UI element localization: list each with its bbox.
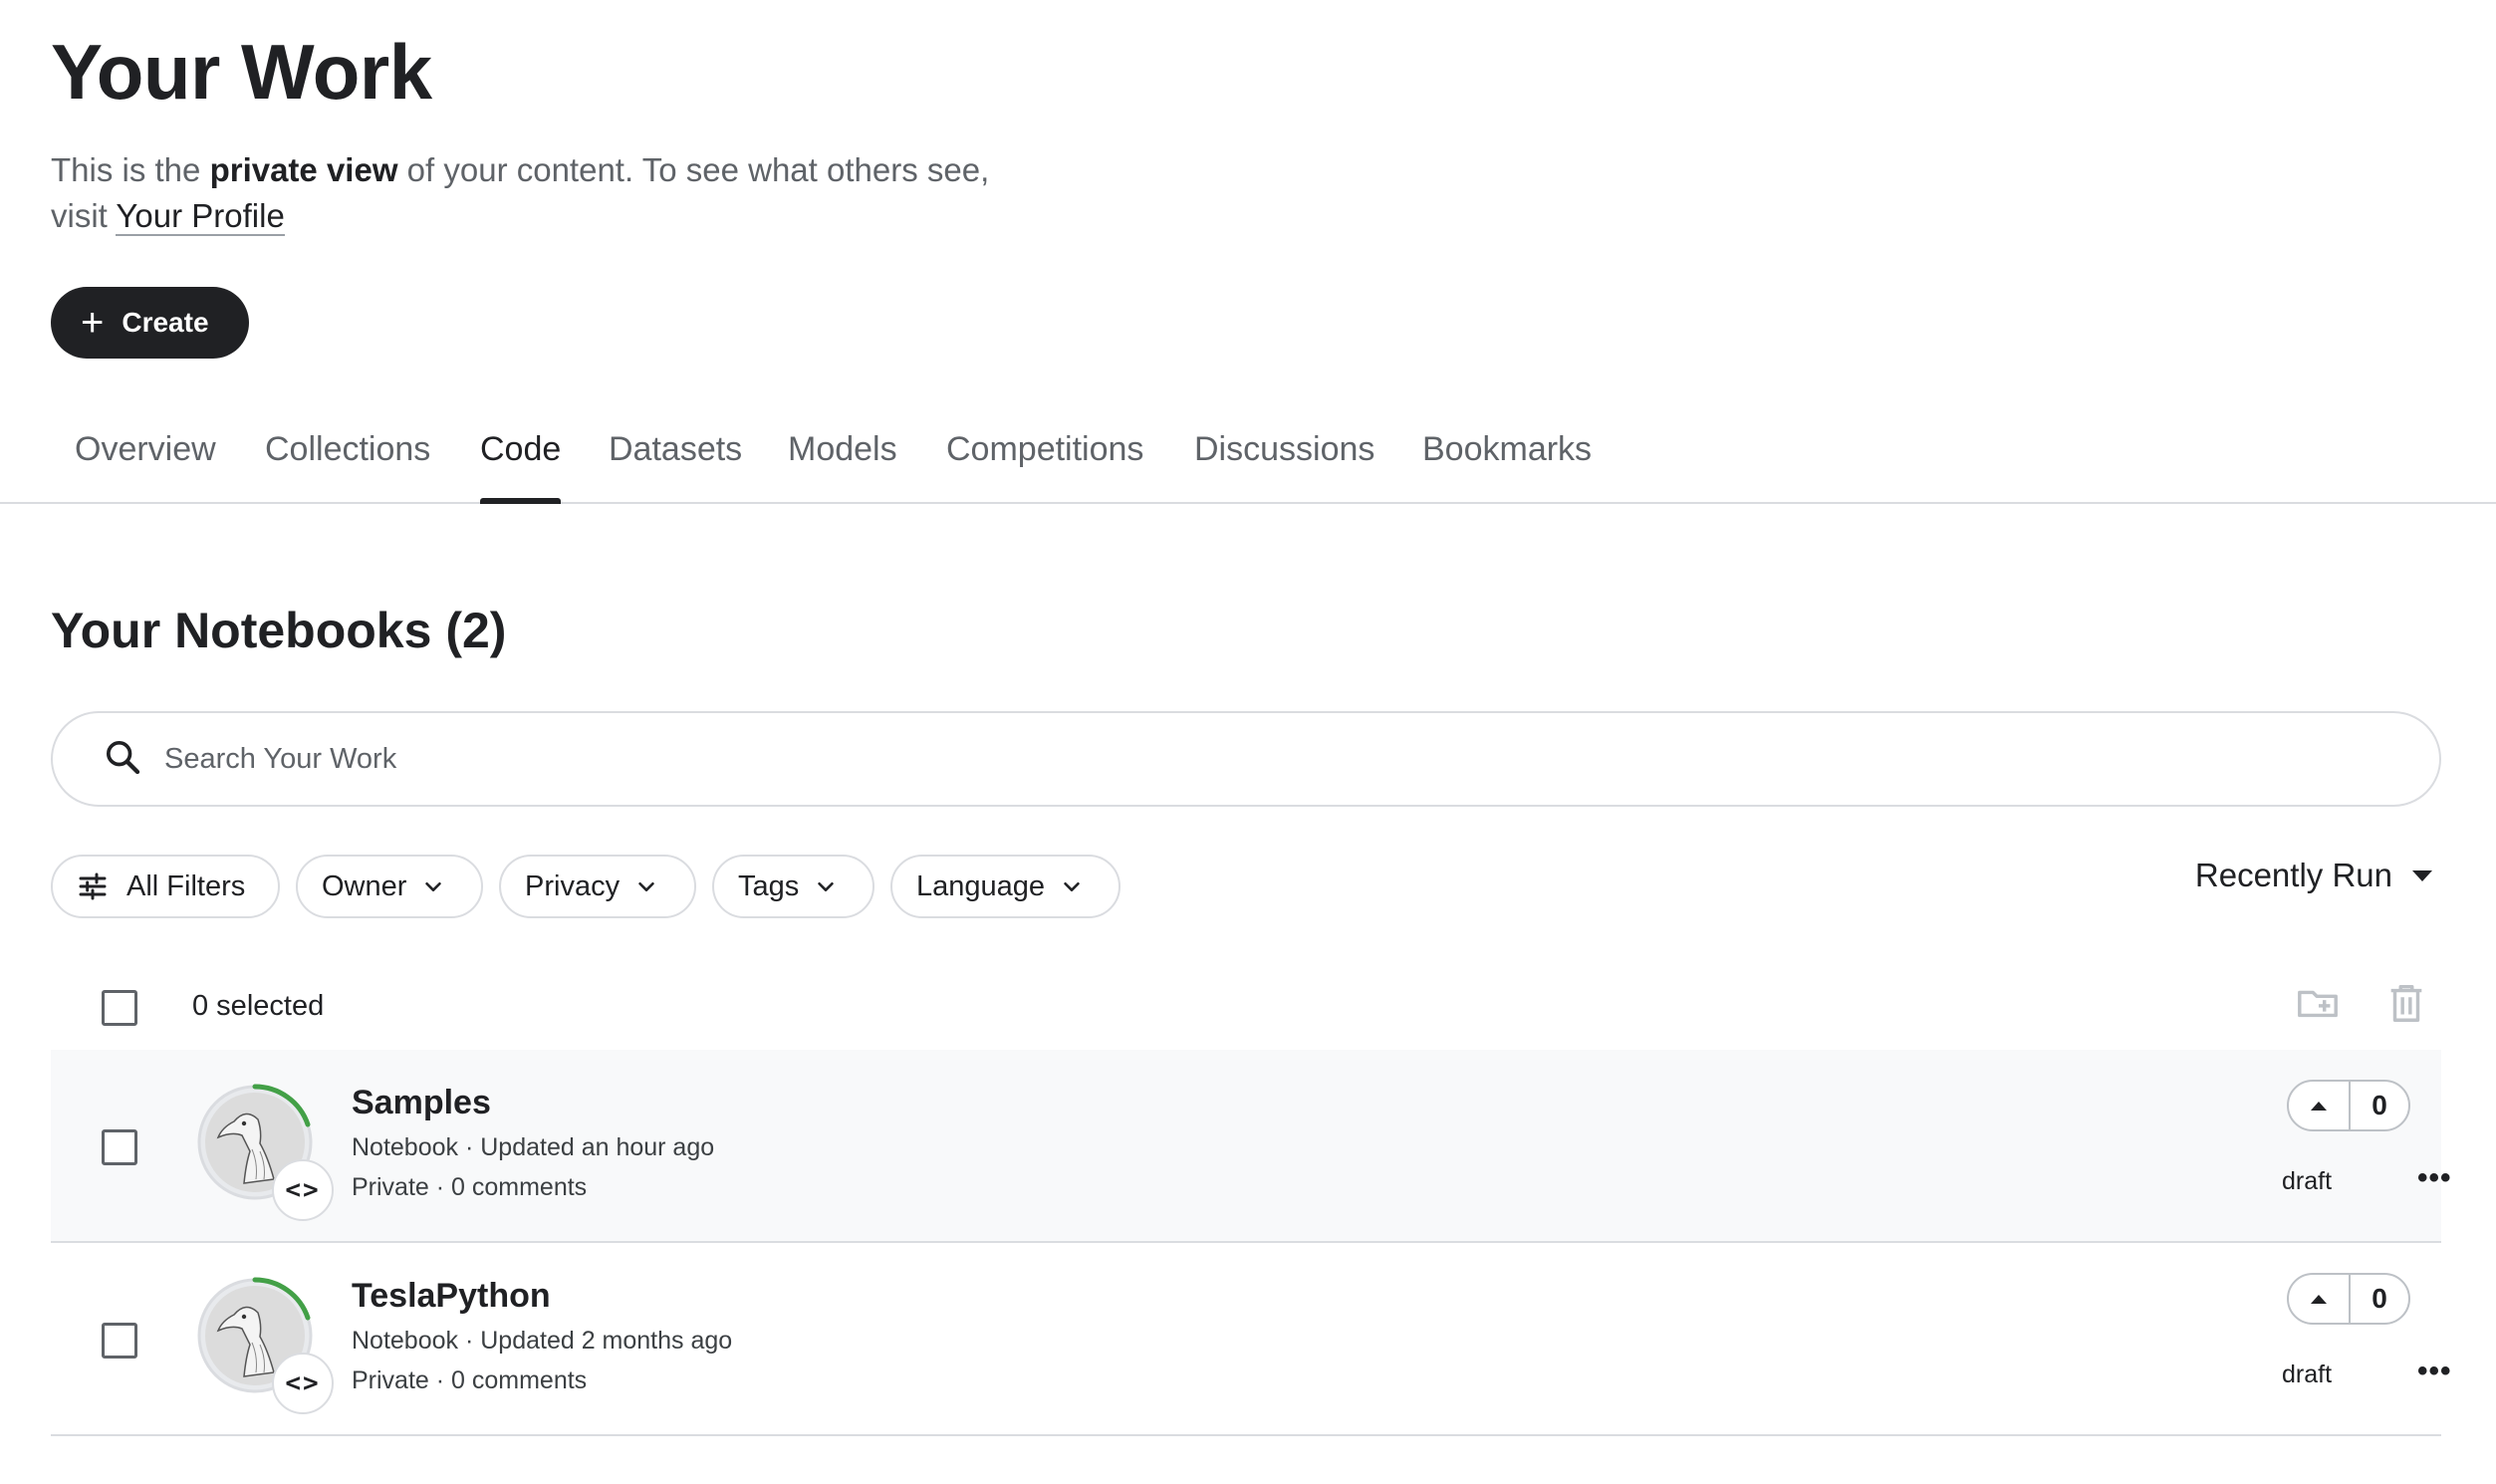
your-profile-link[interactable]: Your Profile: [116, 197, 285, 236]
upvote-button[interactable]: [2289, 1082, 2351, 1129]
notebook-title[interactable]: TeslaPython: [352, 1277, 551, 1316]
row-checkbox[interactable]: [102, 1129, 137, 1165]
chevron-down-icon: [815, 875, 837, 897]
search-input[interactable]: [164, 742, 2156, 776]
chevron-down-icon: [1061, 875, 1083, 897]
upvote-icon: [2311, 1101, 2327, 1111]
chevron-down-icon: [635, 875, 657, 897]
page-title: Your Work: [51, 28, 432, 116]
row-checkbox[interactable]: [102, 1323, 137, 1359]
notebook-meta: Notebook · Updated 2 months ago: [352, 1327, 733, 1355]
notebook-title[interactable]: Samples: [352, 1084, 491, 1122]
privacy-filter-label: Privacy: [525, 869, 621, 902]
list-item[interactable]: <> TeslaPython Notebook · Updated 2 mont…: [51, 1243, 2451, 1436]
tab-datasets[interactable]: Datasets: [609, 430, 742, 504]
status-badge: draft: [2282, 1167, 2333, 1195]
tab-discussions[interactable]: Discussions: [1194, 430, 1374, 504]
sort-dropdown[interactable]: Recently Run: [2195, 857, 2432, 894]
owner-filter-chip[interactable]: Owner: [296, 855, 483, 918]
vote-count: 0: [2371, 1090, 2387, 1120]
plus-icon: +: [81, 301, 105, 345]
notebook-privacy: Private · 0 comments: [352, 1173, 588, 1201]
tab-overview[interactable]: Overview: [75, 430, 216, 504]
tab-bar: Overview Collections Code Datasets Model…: [0, 418, 2496, 504]
more-options-icon[interactable]: •••: [2417, 1161, 2452, 1195]
vote-control: 0: [2287, 1080, 2410, 1131]
intro-bold: private view: [209, 151, 398, 188]
trash-icon[interactable]: [2383, 980, 2429, 1031]
vote-control: 0: [2287, 1273, 2410, 1325]
section-title: Your Notebooks (2): [51, 603, 507, 658]
tags-filter-chip[interactable]: Tags: [712, 855, 874, 918]
tab-models[interactable]: Models: [788, 430, 897, 504]
sort-label: Recently Run: [2194, 857, 2392, 893]
privacy-filter-chip[interactable]: Privacy: [499, 855, 696, 918]
code-icon: <>: [272, 1353, 334, 1414]
language-filter-chip[interactable]: Language: [890, 855, 1121, 918]
tab-bookmarks[interactable]: Bookmarks: [1422, 430, 1592, 504]
selected-count: 0 selected: [192, 990, 325, 1022]
code-icon: <>: [272, 1159, 334, 1221]
upvote-icon: [2311, 1294, 2327, 1304]
tab-competitions[interactable]: Competitions: [946, 430, 1143, 504]
vote-count: 0: [2371, 1283, 2387, 1314]
all-filters-chip[interactable]: All Filters: [51, 855, 280, 918]
select-all-checkbox[interactable]: [102, 990, 137, 1026]
tab-code[interactable]: Code: [480, 430, 562, 504]
more-options-icon[interactable]: •••: [2417, 1355, 2452, 1388]
intro-text: This is the private view of your content…: [51, 147, 1047, 239]
notebook-meta: Notebook · Updated an hour ago: [352, 1133, 715, 1161]
tune-icon: [77, 870, 109, 902]
all-filters-label: All Filters: [126, 869, 246, 902]
search-icon: [103, 737, 142, 782]
upvote-button[interactable]: [2289, 1275, 2351, 1323]
create-new-folder-icon[interactable]: [2295, 980, 2341, 1031]
status-badge: draft: [2282, 1360, 2333, 1388]
owner-filter-label: Owner: [322, 869, 407, 902]
caret-down-icon: [2412, 869, 2432, 881]
language-filter-label: Language: [916, 869, 1046, 902]
search-bar[interactable]: [51, 711, 2441, 807]
intro-prefix: This is the: [51, 151, 201, 188]
list-item[interactable]: <> Samples Notebook · Updated an hour ag…: [51, 1050, 2451, 1243]
tab-collections[interactable]: Collections: [265, 430, 430, 504]
chevron-down-icon: [422, 875, 444, 897]
create-button-label: Create: [122, 307, 209, 338]
create-button[interactable]: + Create: [51, 287, 249, 359]
tags-filter-label: Tags: [738, 869, 800, 902]
notebook-privacy: Private · 0 comments: [352, 1366, 588, 1394]
